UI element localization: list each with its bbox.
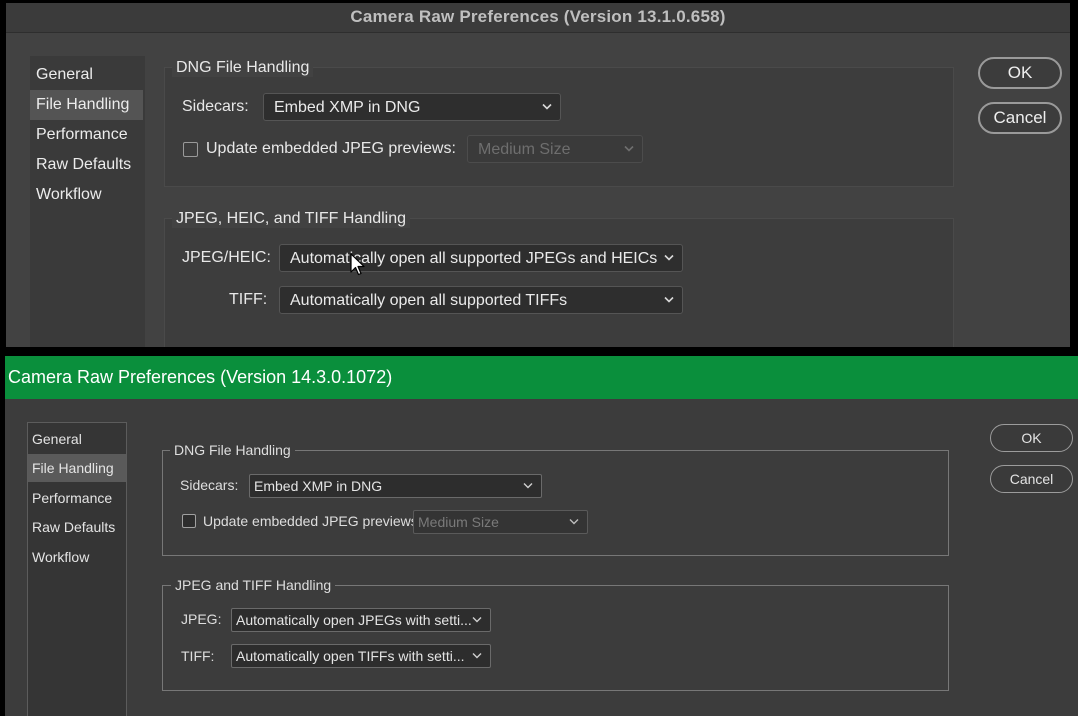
group-title: JPEG, HEIC, and TIFF Handling — [172, 210, 411, 228]
preview-size-value: Medium Size — [478, 141, 571, 158]
chevron-down-icon — [624, 145, 634, 153]
jpeg-heic-dropdown[interactable]: Automatically open all supported JPEGs a… — [279, 244, 683, 272]
tiff-value: Automatically open TIFFs with setti... — [236, 648, 465, 664]
sidecars-dropdown[interactable]: Embed XMP in DNG — [263, 93, 561, 121]
sidebar-item-performance[interactable]: Performance — [30, 120, 143, 150]
chevron-down-icon — [664, 296, 674, 304]
sidebar-item-performance[interactable]: Performance — [28, 484, 126, 512]
ok-button[interactable]: OK — [978, 57, 1062, 89]
sidebar-item-workflow[interactable]: Workflow — [28, 543, 126, 571]
tiff-label: TIFF: — [229, 291, 268, 308]
preferences-dialog-v13: Camera Raw Preferences (Version 13.1.0.6… — [6, 3, 1070, 347]
tiff-dropdown[interactable]: Automatically open all supported TIFFs — [279, 286, 683, 314]
preview-size-value: Medium Size — [418, 514, 499, 530]
tiff-dropdown[interactable]: Automatically open TIFFs with setti... — [231, 644, 491, 668]
sidebar: General File Handling Performance Raw De… — [27, 422, 127, 716]
jpeg-heic-value: Automatically open all supported JPEGs a… — [290, 250, 658, 267]
update-previews-label: Update embedded JPEG previews: — [203, 513, 422, 529]
jpeg-heic-tiff-handling-group — [164, 218, 954, 347]
mouse-pointer-icon — [350, 253, 366, 277]
dialog-title: Camera Raw Preferences (Version 13.1.0.6… — [350, 7, 726, 26]
chevron-down-icon — [523, 483, 533, 490]
chevron-down-icon — [569, 519, 579, 526]
sidebar-item-file-handling[interactable]: File Handling — [30, 90, 143, 120]
jpeg-value: Automatically open JPEGs with setti... — [236, 612, 472, 628]
sidebar-item-general[interactable]: General — [28, 425, 126, 453]
sidecars-value: Embed XMP in DNG — [254, 478, 383, 494]
sidebar: General File Handling Performance Raw De… — [30, 56, 145, 347]
sidecars-dropdown[interactable]: Embed XMP in DNG — [249, 474, 542, 498]
cancel-button[interactable]: Cancel — [990, 465, 1073, 493]
sidebar-item-raw-defaults[interactable]: Raw Defaults — [30, 150, 143, 180]
group-title: JPEG and TIFF Handling — [171, 577, 336, 593]
jpeg-dropdown[interactable]: Automatically open JPEGs with setti... — [231, 608, 491, 632]
sidecars-label: Sidecars: — [180, 477, 239, 493]
chevron-down-icon — [542, 103, 552, 111]
preview-size-dropdown[interactable]: Medium Size — [467, 135, 643, 163]
sidecars-value: Embed XMP in DNG — [274, 99, 421, 116]
sidebar-item-raw-defaults[interactable]: Raw Defaults — [28, 513, 126, 541]
chevron-down-icon — [664, 254, 674, 262]
update-previews-checkbox[interactable] — [182, 514, 196, 528]
sidebar-item-general[interactable]: General — [30, 60, 143, 90]
group-title: DNG File Handling — [170, 442, 295, 458]
tiff-label: TIFF: — [181, 648, 215, 664]
preview-size-dropdown[interactable]: Medium Size — [413, 510, 588, 534]
chevron-down-icon — [472, 617, 482, 624]
tiff-value: Automatically open all supported TIFFs — [290, 292, 568, 309]
jpeg-tiff-handling-group — [162, 585, 949, 691]
jpeg-heic-label: JPEG/HEIC: — [182, 249, 271, 266]
update-previews-checkbox[interactable] — [183, 142, 198, 157]
dng-file-handling-group — [162, 450, 949, 556]
sidecars-label: Sidecars: — [182, 98, 249, 115]
sidebar-item-workflow[interactable]: Workflow — [30, 180, 143, 210]
preferences-dialog-v14: Camera Raw Preferences (Version 14.3.0.1… — [5, 356, 1078, 716]
chevron-down-icon — [472, 653, 482, 660]
dialog-title: Camera Raw Preferences (Version 14.3.0.1… — [8, 367, 393, 387]
dng-file-handling-group — [164, 67, 954, 187]
cancel-button[interactable]: Cancel — [978, 102, 1062, 134]
group-title: DNG File Handling — [172, 59, 314, 77]
sidebar-item-file-handling[interactable]: File Handling — [28, 454, 126, 482]
update-previews-label: Update embedded JPEG previews: — [206, 140, 456, 157]
ok-button[interactable]: OK — [990, 424, 1073, 452]
title-bar: Camera Raw Preferences (Version 13.1.0.6… — [6, 3, 1070, 33]
jpeg-label: JPEG: — [181, 611, 222, 627]
title-bar: Camera Raw Preferences (Version 14.3.0.1… — [5, 356, 1078, 399]
